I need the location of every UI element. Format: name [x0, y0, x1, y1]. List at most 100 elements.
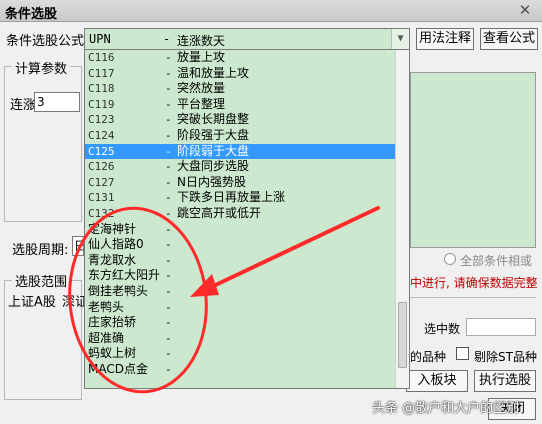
selected-count-field [466, 318, 536, 336]
chevron-down-icon[interactable]: ▼ [391, 29, 409, 49]
item-name: 蚂蚁上树 [88, 346, 137, 361]
item-name: 温和放量上攻 [177, 65, 250, 80]
calc-params-group [4, 66, 82, 222]
item-dash: - [165, 160, 172, 174]
item-name: 放量上攻 [177, 50, 226, 64]
dropdown-item[interactable]: C123 突破长期盘整 - [85, 112, 395, 128]
item-dash: - [165, 238, 172, 252]
dropdown-item[interactable]: C116 放量上攻 - [85, 50, 395, 66]
item-name: 倒挂老鸭头 [88, 284, 149, 298]
combo-selected-code: UPN [89, 32, 111, 46]
scrollbar[interactable] [395, 50, 409, 388]
item-code: C117 [88, 66, 115, 80]
item-dash: - [165, 191, 172, 205]
item-name: 大盘同步选股 [177, 159, 250, 174]
period-select[interactable]: 日 [72, 236, 84, 256]
title-bar: 条件选股 ✕ [0, 0, 542, 22]
item-code: C131 [88, 191, 115, 205]
item-name: 突然放量 [177, 81, 226, 96]
item-dash: - [165, 51, 172, 64]
combo-selected-name: 连涨数天 [177, 34, 226, 48]
dropdown-item[interactable]: 东方红大阳升 - [85, 268, 395, 284]
dropdown-item[interactable]: 老鸭头 - [85, 300, 395, 316]
item-name: 庄家抬轿 [88, 315, 137, 330]
selected-count-label: 选中数 [424, 322, 461, 336]
dropdown-item[interactable]: 青龙取水 - [85, 253, 395, 269]
item-dash: - [165, 175, 172, 189]
dropdown-item[interactable]: C131 下跌多日再放量上涨 - [85, 190, 395, 206]
lianzhang-input[interactable]: 3 [34, 92, 80, 112]
item-name: 超准确 [88, 330, 125, 345]
item-code: C116 [88, 51, 115, 64]
item-dash: - [165, 144, 172, 158]
dropdown-item[interactable]: C119 平台整理 - [85, 97, 395, 113]
close-icon[interactable]: ✕ [512, 1, 538, 19]
range-extra[interactable]: 深证 [62, 291, 84, 310]
dropdown-item[interactable]: C117 温和放量上攻 - [85, 66, 395, 82]
period-label: 选股周期: [12, 243, 69, 258]
item-name: 阶段弱于大盘 [177, 143, 250, 158]
range-label: 选股范围 [12, 271, 71, 290]
item-dash: - [165, 82, 172, 96]
item-name: 老鸭头 [88, 299, 125, 314]
item-dash: - [165, 316, 172, 330]
item-dash: - [165, 113, 172, 127]
radio-icon[interactable] [444, 253, 456, 265]
item-name: 突破长期盘整 [177, 112, 250, 127]
dropdown-item[interactable]: C124 阶段强于大盘 - [85, 128, 395, 144]
view-formula-button[interactable]: 查看公式 [480, 28, 538, 50]
dropdown-item[interactable]: 超准确 - [85, 331, 395, 347]
item-dash: - [165, 253, 172, 267]
dropdown-item[interactable]: MACD点金 - [85, 362, 395, 378]
item-dash: - [165, 285, 172, 298]
dropdown-item[interactable]: 仙人指路0 - [85, 237, 395, 253]
item-code: C124 [88, 129, 115, 142]
exclude-st-label: 剔除ST品种 [474, 350, 537, 364]
item-dash: - [165, 300, 172, 314]
dropdown-item[interactable]: 庄家抬轿 - [85, 315, 395, 331]
all-conditions-or-label: 全部条件相或 [460, 254, 533, 268]
formula-combobox[interactable]: UPN - 连涨数天 ▼ [84, 28, 410, 50]
combo-selected-dash: - [163, 32, 171, 46]
item-code: C126 [88, 160, 115, 174]
item-dash: - [165, 97, 172, 111]
warning-text: 中进行, 请确保数据完整 [410, 276, 538, 290]
item-dash: - [165, 222, 172, 236]
calc-params-label: 计算参数 [12, 58, 71, 77]
item-dash: - [165, 331, 172, 345]
item-name: 跳空高开或低开 [177, 206, 262, 220]
formula-dropdown-list[interactable]: C116 放量上攻 - C117 温和放量上攻 - C118 突然放量 - C119 平台整理 - C1… [84, 49, 410, 389]
dropdown-item[interactable]: C125 阶段弱于大盘 - [85, 143, 395, 160]
condition-list-panel[interactable] [410, 72, 536, 248]
dropdown-item[interactable]: 蚂蚁上树 - [85, 346, 395, 362]
usage-notes-button[interactable]: 用法注释 [416, 28, 474, 50]
item-name: N日内强势股 [177, 174, 246, 189]
execute-selection-button[interactable]: 执行选股 [474, 370, 536, 392]
item-dash: - [165, 363, 172, 376]
lianzhang-label: 连涨 [10, 98, 37, 113]
dropdown-item[interactable]: C127 N日内强势股 - [85, 175, 395, 191]
import-board-button[interactable]: 入板块 [406, 370, 468, 392]
item-dash: - [165, 129, 172, 142]
item-name: MACD点金 [88, 362, 148, 376]
item-code: C118 [88, 82, 115, 96]
exclude-st-checkbox[interactable] [456, 347, 469, 360]
item-name: 青龙取水 [88, 252, 137, 267]
formula-label: 条件选股公式 [6, 34, 85, 49]
dropdown-item[interactable]: C132 跳空高开或低开 - [85, 206, 395, 222]
variety-label: 的品种 [410, 350, 447, 364]
watermark: 头条 @散户和大户的区别 [372, 401, 520, 416]
dropdown-item[interactable]: 倒挂老鸭头 - [85, 284, 395, 300]
item-code: C125 [88, 144, 115, 158]
dropdown-item[interactable]: C126 大盘同步选股 - [85, 159, 395, 175]
scroll-thumb[interactable] [398, 302, 407, 368]
window-title: 条件选股 [5, 7, 58, 22]
separator [410, 297, 536, 298]
item-name: 下跌多日再放量上涨 [177, 190, 286, 205]
range-value[interactable]: 上证A股 [8, 291, 56, 310]
dropdown-item[interactable]: 定海神针 - [85, 222, 395, 238]
dropdown-item[interactable]: C118 突然放量 - [85, 81, 395, 97]
item-code: C132 [88, 207, 115, 220]
item-dash: - [165, 269, 172, 283]
item-dash: - [165, 207, 172, 220]
